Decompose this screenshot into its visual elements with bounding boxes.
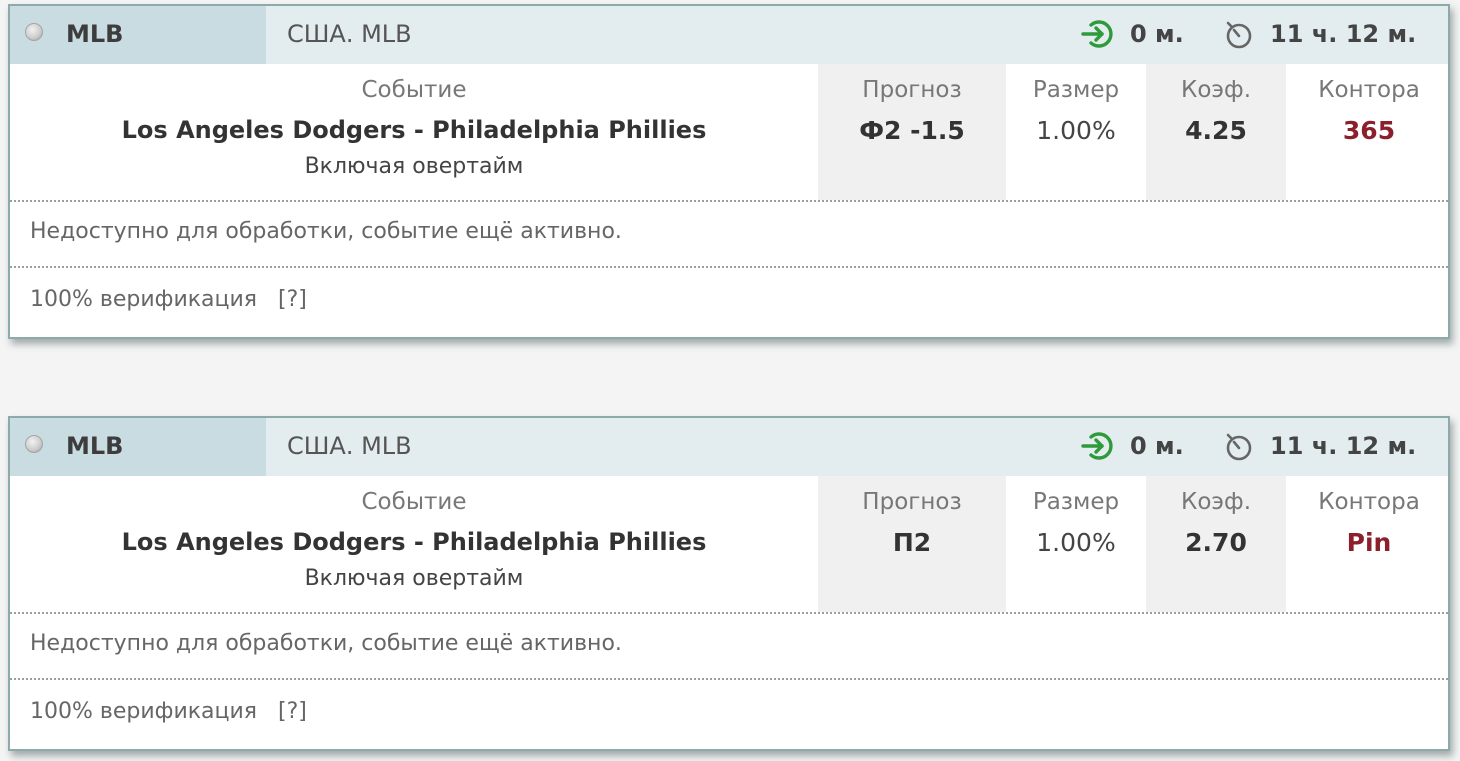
verification-row: 100% верификация [?]	[10, 266, 1448, 337]
size-column: Размер 1.00%	[1006, 476, 1146, 612]
event-info: Событие Los Angeles Dodgers - Philadelph…	[10, 64, 1448, 200]
event-column: Событие Los Angeles Dodgers - Philadelph…	[10, 476, 818, 612]
coef-column: Коэф. 2.70	[1146, 476, 1286, 612]
event-column: Событие Los Angeles Dodgers - Philadelph…	[10, 64, 818, 200]
status-dot-icon	[25, 23, 43, 41]
size-value: 1.00%	[1036, 116, 1116, 145]
bookmaker-link[interactable]: Pin	[1286, 528, 1452, 557]
coef-value: 2.70	[1185, 528, 1247, 557]
forecast-column: Прогноз Ф2 -1.5	[818, 64, 1006, 200]
stopwatch-icon	[1226, 433, 1252, 461]
help-link[interactable]: [?]	[278, 699, 307, 724]
entry-time: 0 м.	[1130, 20, 1184, 48]
forecast-value: Ф2 -1.5	[859, 116, 965, 145]
bookmaker-column: Контора 365	[1286, 64, 1452, 200]
bookmaker-label: Контора	[1318, 77, 1420, 103]
coef-column: Коэф. 4.25	[1146, 64, 1286, 200]
region-label: США. MLB	[287, 432, 412, 460]
size-value: 1.00%	[1036, 528, 1116, 557]
coef-label: Коэф.	[1181, 489, 1251, 515]
league-name[interactable]: MLB	[66, 432, 123, 460]
forecast-value: П2	[892, 528, 932, 557]
event-note: Включая овертайм	[304, 566, 524, 591]
time-left: 11 ч. 12 м.	[1270, 20, 1417, 48]
entry-time: 0 м.	[1130, 432, 1184, 460]
verification-text: 100% верификация	[30, 287, 258, 312]
tip-card: MLB США. MLB 0 м. 11 ч. 12 м. Событие Lo…	[8, 416, 1450, 751]
size-column: Размер 1.00%	[1006, 64, 1146, 200]
event-label: Событие	[361, 77, 467, 103]
status-dot-icon	[25, 435, 43, 453]
status-text: Недоступно для обработки, событие ещё ак…	[30, 631, 622, 656]
enter-arrow-icon	[1081, 432, 1113, 460]
status-row: Недоступно для обработки, событие ещё ак…	[10, 200, 1448, 266]
event-name[interactable]: Los Angeles Dodgers - Philadelphia Phill…	[10, 116, 818, 144]
size-label: Размер	[1032, 77, 1120, 103]
bookmaker-label: Контора	[1318, 489, 1420, 515]
league-tab[interactable]: MLB	[10, 418, 266, 476]
region-label: США. MLB	[287, 20, 412, 48]
forecast-label: Прогноз	[862, 77, 962, 103]
verification-group: 100% верификация [?]	[30, 287, 307, 312]
event-note: Включая овертайм	[304, 154, 524, 179]
help-link[interactable]: [?]	[278, 287, 307, 312]
stopwatch-icon	[1226, 21, 1252, 49]
tip-card: MLB США. MLB 0 м. 11 ч. 12 м. Событие Lo…	[8, 4, 1450, 339]
event-label: Событие	[361, 489, 467, 515]
bookmaker-column: Контора Pin	[1286, 476, 1452, 612]
coef-value: 4.25	[1185, 116, 1247, 145]
verification-group: 100% верификация [?]	[30, 699, 307, 724]
league-tab[interactable]: MLB	[10, 6, 266, 64]
verification-text: 100% верификация	[30, 699, 258, 724]
status-text: Недоступно для обработки, событие ещё ак…	[30, 219, 622, 244]
league-name[interactable]: MLB	[66, 20, 123, 48]
event-info: Событие Los Angeles Dodgers - Philadelph…	[10, 476, 1448, 612]
card-header: MLB США. MLB 0 м. 11 ч. 12 м.	[10, 6, 1448, 64]
bookmaker-link[interactable]: 365	[1286, 116, 1452, 145]
coef-label: Коэф.	[1181, 77, 1251, 103]
verification-row: 100% верификация [?]	[10, 678, 1448, 749]
status-row: Недоступно для обработки, событие ещё ак…	[10, 612, 1448, 678]
time-left: 11 ч. 12 м.	[1270, 432, 1417, 460]
size-label: Размер	[1032, 489, 1120, 515]
card-header: MLB США. MLB 0 м. 11 ч. 12 м.	[10, 418, 1448, 476]
forecast-column: Прогноз П2	[818, 476, 1006, 612]
enter-arrow-icon	[1081, 20, 1113, 48]
forecast-label: Прогноз	[862, 489, 962, 515]
event-name[interactable]: Los Angeles Dodgers - Philadelphia Phill…	[10, 528, 818, 556]
